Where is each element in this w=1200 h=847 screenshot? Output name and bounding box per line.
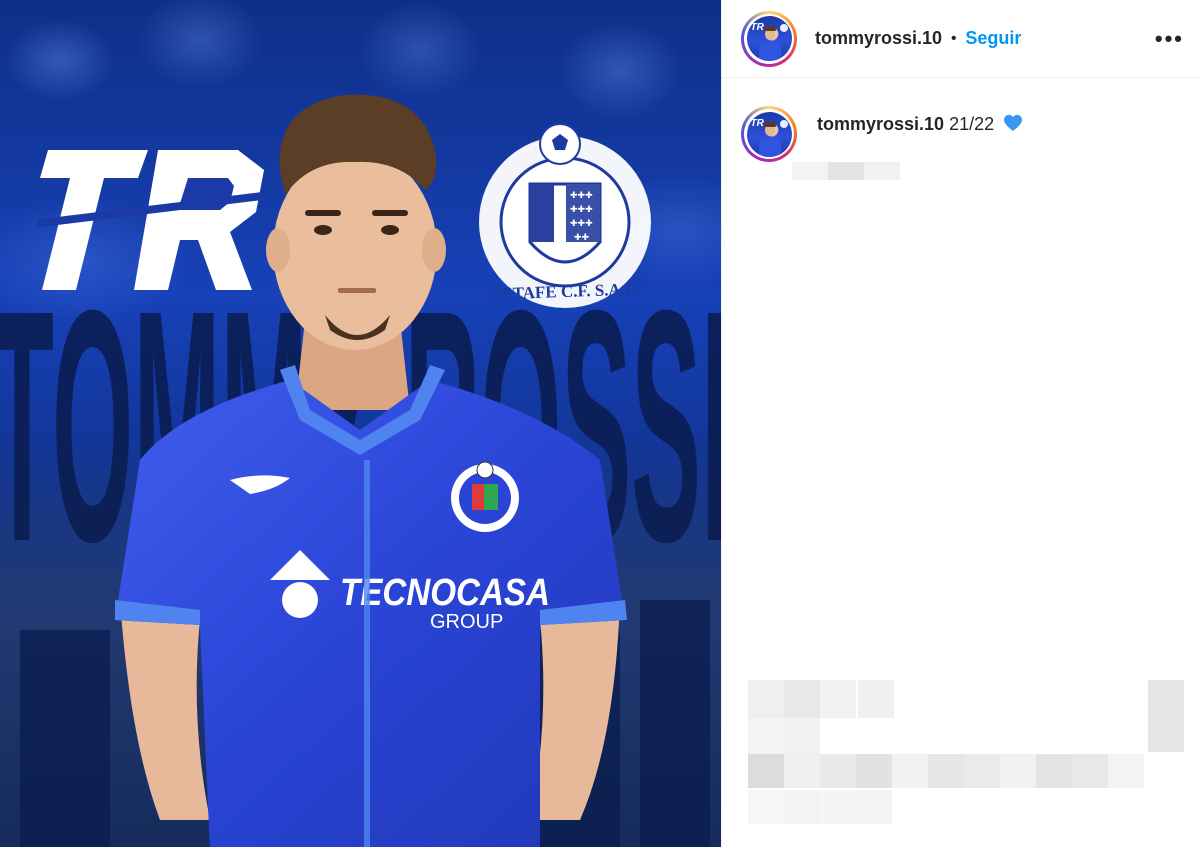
avatar-image: TR <box>746 16 792 61</box>
blurred-caption-meta <box>792 162 902 180</box>
follow-button[interactable]: Seguir <box>965 28 1021 49</box>
caption-username[interactable]: tommyrossi.10 <box>817 114 944 134</box>
caption-text: tommyrossi.10 21/22 <box>817 106 1023 135</box>
instagram-post: TOMMY ROSSI ✚✚✚✚✚✚✚✚✚✚✚ <box>0 0 1200 847</box>
player-illustration: TECNOCASA GROUP <box>115 94 627 847</box>
blue-heart-icon <box>1004 114 1023 132</box>
more-options-icon[interactable]: ••• <box>1155 27 1184 50</box>
post-header: TR tommyrossi.10 • Seguir ••• <box>722 0 1200 78</box>
post-image[interactable]: TOMMY ROSSI ✚✚✚✚✚✚✚✚✚✚✚ <box>0 0 721 847</box>
svg-text:TECNOCASA: TECNOCASA <box>340 572 550 614</box>
author-avatar[interactable]: TR <box>741 10 797 67</box>
caption-body: 21/22 <box>949 114 995 134</box>
post-sidebar: TR tommyrossi.10 • Seguir ••• TR tommyro… <box>721 0 1200 847</box>
svg-text:GROUP: GROUP <box>430 611 503 633</box>
caption-avatar[interactable]: TR <box>741 106 797 162</box>
author-username[interactable]: tommyrossi.10 <box>815 28 942 49</box>
separator-dot: • <box>951 30 957 47</box>
avatar-image: TR <box>746 111 792 157</box>
blurred-comment-area <box>748 680 1188 830</box>
caption: TR tommyrossi.10 21/22 <box>722 78 1200 162</box>
